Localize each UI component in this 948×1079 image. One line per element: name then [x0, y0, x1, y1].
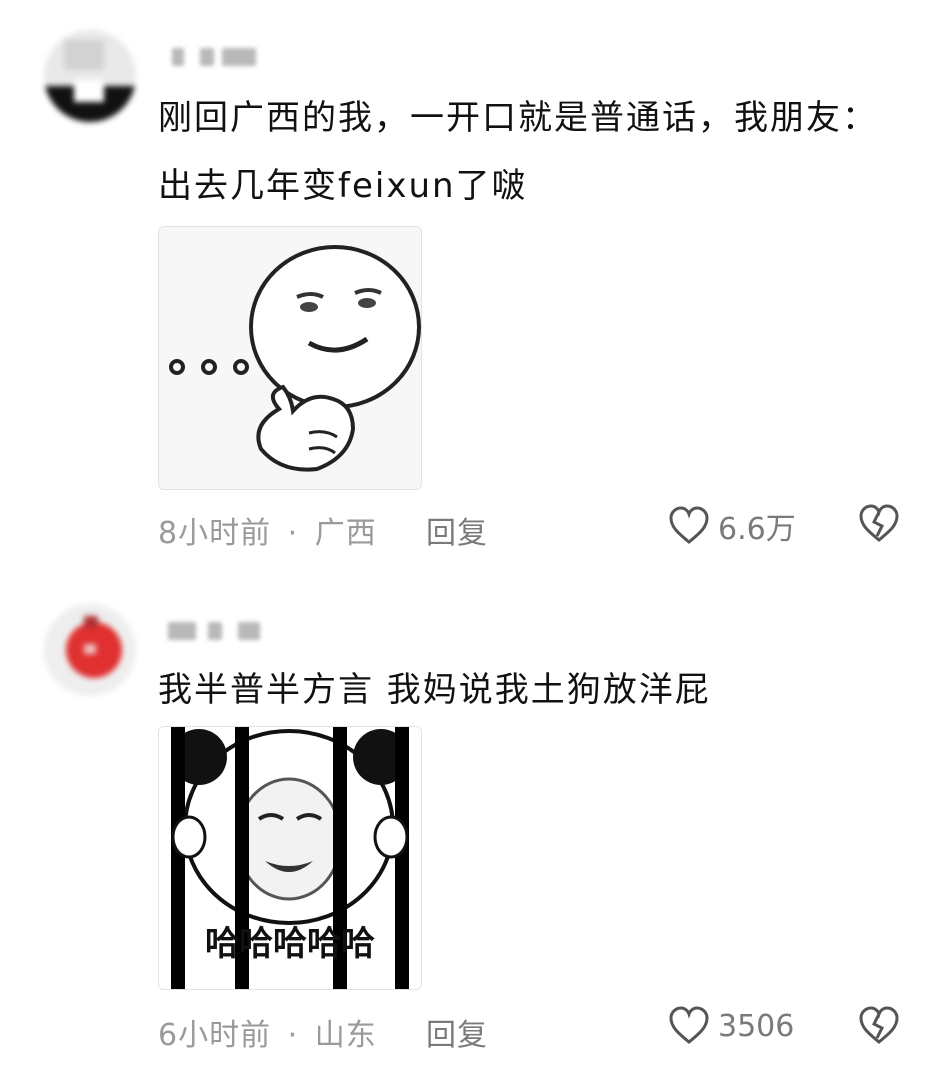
- comment-meta: 8小时前 · 广西: [158, 508, 377, 552]
- panda-jail-laughing-sticker[interactable]: 哈哈哈哈哈: [158, 726, 422, 990]
- comment-time: 6小时前: [158, 1018, 272, 1053]
- comment-location: 山东: [314, 1018, 377, 1053]
- dislike-button[interactable]: [858, 1006, 900, 1050]
- comment-text: 我半普半方言 我妈说我土狗放洋屁: [158, 670, 711, 710]
- heart-icon: [669, 1006, 709, 1044]
- reply-button[interactable]: 回复: [426, 1010, 488, 1054]
- meta-separator: ·: [287, 1018, 299, 1053]
- comment-text: 刚回广西的我，一开口就是普通话，我朋友：出去几年变feixun了啵: [158, 98, 878, 206]
- avatar[interactable]: [44, 604, 136, 696]
- like-count: 3506: [718, 1008, 795, 1044]
- username-blurred[interactable]: [160, 44, 260, 70]
- avatar[interactable]: [44, 30, 136, 122]
- heart-icon: [669, 506, 709, 544]
- like-button[interactable]: 3506: [668, 1006, 794, 1046]
- sticker-caption: 哈哈哈哈哈: [205, 924, 375, 964]
- comment-location: 广西: [314, 516, 377, 551]
- username-blurred[interactable]: [160, 618, 260, 644]
- thinking-face-sticker[interactable]: [158, 226, 422, 490]
- like-count: 6.6万: [718, 512, 796, 547]
- like-button[interactable]: 6.6万: [668, 504, 796, 548]
- comment-list: 刚回广西的我，一开口就是普通话，我朋友：出去几年变feixun了啵 8小时前 ·: [0, 0, 948, 1079]
- dislike-button[interactable]: [858, 504, 900, 548]
- comment-meta: 6小时前 · 山东: [158, 1010, 377, 1054]
- broken-heart-icon: [859, 1006, 899, 1044]
- comment-time: 8小时前: [158, 516, 272, 551]
- meta-separator: ·: [287, 516, 299, 551]
- reply-button[interactable]: 回复: [426, 508, 488, 552]
- broken-heart-icon: [859, 504, 899, 542]
